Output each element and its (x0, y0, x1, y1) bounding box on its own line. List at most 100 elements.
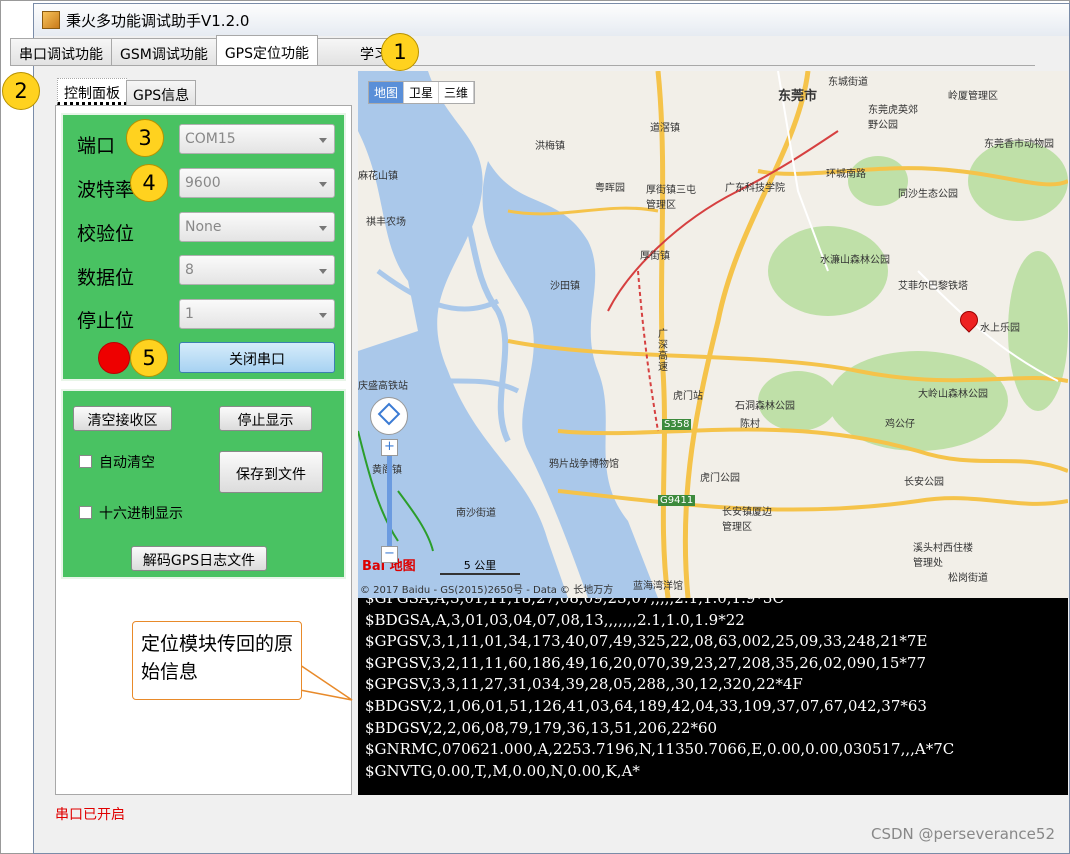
main-tabs: 串口调试功能 GSM调试功能 GPS定位功能 学习 (10, 35, 398, 66)
map-label: 溪头村西住楼管理处 (913, 543, 973, 569)
map-label: 沙田镇 (550, 281, 580, 292)
decode-gps-log-button[interactable]: 解码GPS日志文件 (131, 546, 267, 571)
map-label-group: 东莞市 东城街道 岭厦管理区 东莞虎英郊野公园 东莞香市动物园 洪梅镇 道滘镇 … (358, 71, 1068, 598)
parity-value: None (185, 219, 222, 235)
map-label: 岭厦管理区 (948, 91, 998, 102)
map-type-satellite[interactable]: 卫星 (404, 82, 440, 103)
stopbits-value: 1 (185, 306, 194, 322)
tab-gps-info[interactable]: GPS信息 (126, 80, 197, 105)
tab-control-panel[interactable]: 控制面板 (57, 78, 127, 105)
map-label: 麻花山镇 (358, 171, 398, 182)
step-badge-5: 5 (130, 339, 168, 377)
terminal-line: $GNRMC,070621.000,A,2253.7196,N,11350.70… (365, 740, 955, 759)
baidu-map[interactable]: 东莞市 东城街道 岭厦管理区 东莞虎英郊野公园 东莞香市动物园 洪梅镇 道滘镇 … (358, 71, 1068, 598)
terminal-line: $GPGSV,3,2,11,11,60,186,49,16,20,070,39,… (365, 653, 927, 672)
baud-label: 波特率 (77, 179, 135, 201)
databits-select[interactable]: 8 (179, 255, 335, 285)
window-title: 秉火多功能调试助手V1.2.0 (66, 11, 250, 30)
map-label: 洪梅镇 (535, 141, 565, 152)
map-label: 同沙生态公园 (898, 189, 958, 200)
zoom-in-button[interactable]: + (381, 439, 398, 456)
app-icon (42, 11, 60, 29)
map-label: G9411 (658, 495, 696, 506)
map-label: 道滘镇 (650, 123, 680, 134)
terminal-line: $GPGSV,3,3,11,27,31,034,39,28,05,288,,30… (365, 675, 803, 694)
chevron-down-icon (319, 226, 327, 231)
map-label: 南沙街道 (456, 508, 496, 519)
auto-clear-checkbox[interactable] (79, 455, 92, 468)
map-label: 厚街镇三屯管理区 (646, 185, 696, 211)
map-scale-text: 5 公里 (463, 559, 497, 572)
stopbits-select[interactable]: 1 (179, 299, 335, 329)
raw-data-terminal[interactable]: $GPGSA,A,3,01,11,18,27,08,09,23,07,,,,,2… (358, 598, 1068, 795)
map-label: 鸦片战争博物馆 (549, 459, 619, 470)
zoom-out-button[interactable]: − (381, 546, 398, 563)
terminal-line: $GNVTG,0.00,T,,M,0.00,N,0.00,K,A* (365, 761, 640, 780)
map-copyright: © 2017 Baidu - GS(2015)2650号 - Data © 长地… (360, 581, 613, 596)
map-label: 大岭山森林公园 (918, 389, 988, 400)
map-copyright-text: © 2017 Baidu - GS(2015)2650号 - Data © 长地… (360, 585, 614, 596)
databits-value: 8 (185, 262, 194, 278)
map-label: 鸡公仔 (885, 419, 915, 430)
title-bar: 秉火多功能调试助手V1.2.0 (34, 4, 1069, 36)
map-label: S358 (662, 419, 692, 430)
parity-select[interactable]: None (179, 212, 335, 242)
sub-tabs: 控制面板 GPS信息 (57, 78, 197, 105)
clear-receive-button[interactable]: 清空接收区 (73, 406, 172, 431)
tab-gsm-debug[interactable]: GSM调试功能 (111, 38, 217, 65)
terminal-line: $GPGSA,A,3,01,11,18,27,08,09,23,07,,,,,2… (365, 598, 784, 607)
hex-display-label: 十六进制显示 (99, 506, 183, 522)
baud-select[interactable]: 9600 (179, 168, 335, 198)
terminal-line: $BDGSV,2,1,06,01,51,126,41,03,64,189,42,… (365, 696, 927, 715)
close-port-button[interactable]: 关闭串口 (179, 342, 335, 373)
map-type-3d[interactable]: 三维 (439, 82, 475, 103)
stop-display-button[interactable]: 停止显示 (219, 406, 312, 431)
map-label: 水濂山森林公园 (820, 255, 890, 266)
step-badge-3: 3 (126, 119, 164, 157)
pan-arrows-icon (377, 402, 401, 426)
hex-display-checkbox[interactable] (79, 506, 92, 519)
terminal-line: $BDGSA,A,3,01,03,04,07,08,13,,,,,,,2.1,1… (365, 610, 745, 629)
map-label: 虎门站 (673, 391, 703, 402)
map-pan-control[interactable] (370, 397, 408, 435)
port-select[interactable]: COM15 (179, 124, 335, 154)
map-label: 松岗街道 (948, 573, 988, 584)
map-scale: 5 公里 (440, 557, 520, 575)
parity-label: 校验位 (77, 223, 135, 245)
step-badge-2: 2 (2, 72, 40, 110)
map-label: 东城街道 (828, 77, 868, 88)
tab-serial-debug[interactable]: 串口调试功能 (10, 38, 112, 65)
map-zoom-controls: + − (370, 397, 408, 563)
save-to-file-button[interactable]: 保存到文件 (219, 451, 323, 493)
map-label: 艾菲尔巴黎铁塔 (898, 281, 968, 292)
map-label: 广东科技学院 (725, 183, 785, 194)
map-type-switcher: 地图 卫星 三维 (368, 81, 476, 104)
map-label: 石洞森林公园 (735, 401, 795, 412)
annotation-callout: 定位模块传回的原始信息 (132, 621, 302, 700)
port-label: 端口 (77, 135, 116, 157)
tab-gps-location[interactable]: GPS定位功能 (215, 35, 319, 65)
map-label: 虎门公园 (700, 473, 740, 484)
step-badge-1: 1 (381, 33, 419, 71)
port-value: COM15 (185, 131, 236, 147)
map-label: 长安公园 (904, 477, 944, 488)
map-label: 东莞香市动物园 (984, 139, 1054, 150)
status-text: 串口已开启 (55, 807, 125, 823)
port-status-indicator (98, 342, 130, 374)
map-label: 陈村 (740, 419, 760, 430)
map-label: 庆盛高铁站 (358, 381, 408, 392)
map-label: 厚街镇 (640, 251, 670, 262)
map-type-map[interactable]: 地图 (369, 82, 405, 103)
chevron-down-icon (319, 269, 327, 274)
baud-value: 9600 (185, 175, 221, 191)
map-label: 祺丰农场 (366, 217, 406, 228)
terminal-line: $BDGSV,2,2,06,08,79,179,36,13,51,206,22*… (365, 718, 718, 737)
map-label: 环城南路 (826, 169, 866, 180)
auto-clear-label: 自动清空 (99, 455, 155, 471)
map-label: 东莞虎英郊野公园 (868, 105, 918, 131)
step-badge-4: 4 (130, 164, 168, 202)
zoom-slider[interactable] (387, 456, 392, 546)
callout-text: 定位模块传回的原始信息 (141, 633, 294, 683)
map-label: 蓝海湾洋馆 (633, 581, 683, 592)
chevron-down-icon (319, 182, 327, 187)
